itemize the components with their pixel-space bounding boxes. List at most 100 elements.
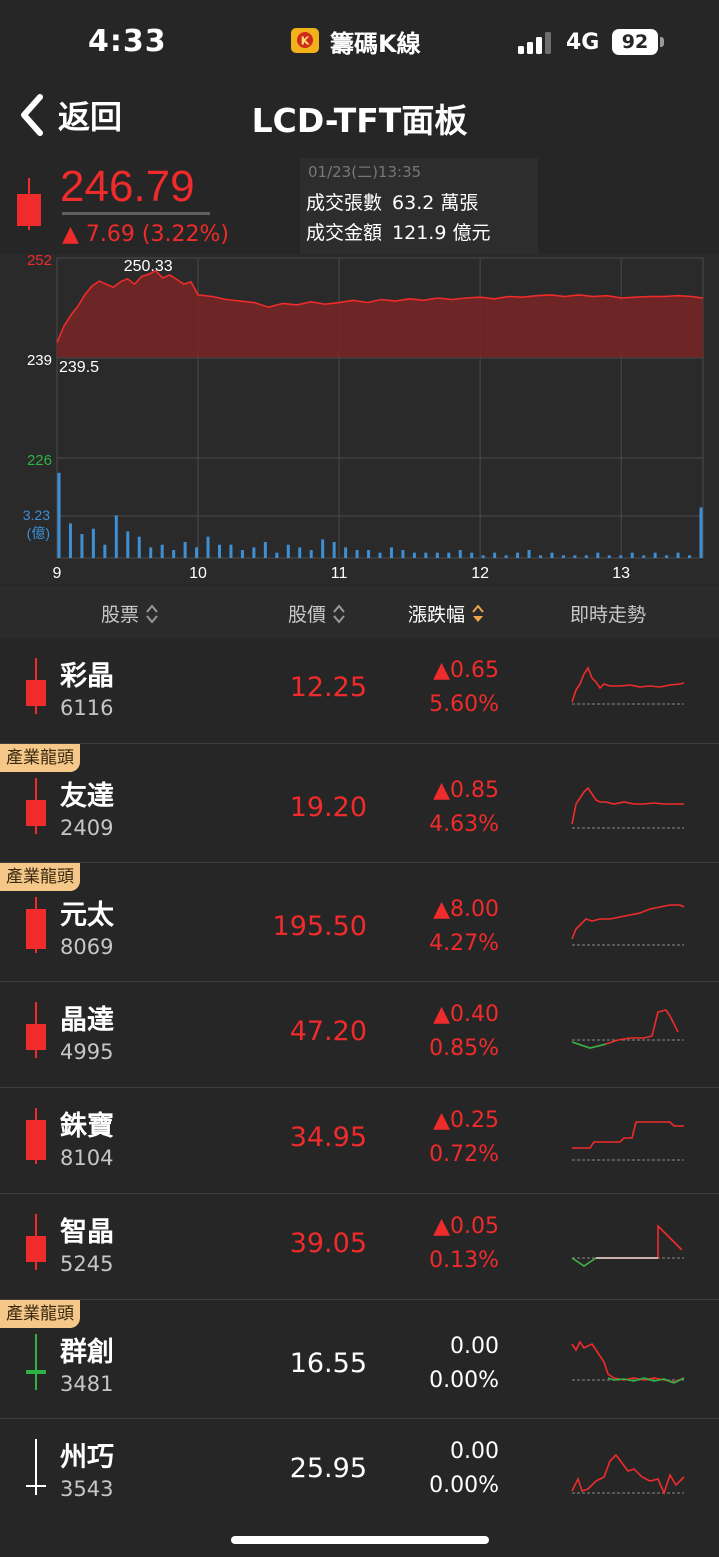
volume-bar <box>172 550 176 558</box>
volume-bar <box>252 547 256 558</box>
volume-bar <box>298 547 302 558</box>
stock-price: 34.95 <box>289 1122 367 1153</box>
volume-bar <box>516 552 520 558</box>
trend-sparkline <box>571 1224 684 1267</box>
x-tick-label: 11 <box>331 565 348 582</box>
sort-by-change[interactable]: 漲跌幅 <box>408 600 485 627</box>
back-button[interactable]: 返回 <box>18 92 122 138</box>
industry-leader-tag: 產業龍頭 <box>0 1300 80 1328</box>
y-tick-label: 252 <box>27 254 52 269</box>
stock-code: 3543 <box>60 1477 114 1500</box>
volume-bar <box>424 552 428 558</box>
sort-by-price[interactable]: 股價 <box>288 600 346 627</box>
stock-row[interactable]: 晶達 4995 47.20 ▲0.40 0.85% <box>0 982 719 1088</box>
battery-icon: 92 <box>612 29 666 55</box>
home-indicator[interactable] <box>231 1536 489 1544</box>
trend-sparkline <box>571 1009 684 1049</box>
stock-change: ▲8.00 4.27% <box>429 893 499 961</box>
volume-bar <box>309 550 313 558</box>
volume-bar <box>80 534 84 558</box>
trend-sparkline <box>571 786 684 829</box>
change-percent: 4.63% <box>429 812 499 837</box>
sort-icon <box>333 603 345 624</box>
stock-list[interactable]: 彩晶 6116 12.25 ▲0.65 5.60% 產業龍頭 友達 2409 19… <box>0 638 719 1500</box>
volume-bar <box>57 472 61 558</box>
change-value: 0.00 <box>450 1334 499 1359</box>
change-percent: 0.00% <box>429 1368 499 1393</box>
candle-icon <box>26 1214 46 1270</box>
stock-row[interactable]: 智晶 5245 39.05 ▲0.05 0.13% <box>0 1194 719 1300</box>
candle-icon <box>26 1002 46 1058</box>
low-annotation: 239.5 <box>59 359 99 376</box>
volume-bar <box>240 550 244 558</box>
battery-level: 92 <box>612 29 658 55</box>
stock-change: ▲0.40 0.85% <box>429 998 499 1066</box>
stock-row[interactable]: 彩晶 6116 12.25 ▲0.65 5.60% <box>0 638 719 744</box>
x-tick-label: 13 <box>612 565 630 582</box>
volume-bar <box>183 542 187 558</box>
amount-value: 121.9 億元 <box>392 222 491 244</box>
stock-code: 2409 <box>60 816 114 840</box>
stock-name: 晶達 <box>60 1005 114 1036</box>
sort-by-stock[interactable]: 股票 <box>101 600 159 627</box>
volume-bar <box>389 547 393 558</box>
volume-unit-label: (億) <box>27 525 50 541</box>
stock-price: 16.55 <box>289 1348 367 1379</box>
stock-name: 智晶 <box>60 1217 114 1248</box>
trade-info: 01/23(二)13:35 成交張數 63.2 萬張 成交金額 121.9 億元 <box>300 158 538 254</box>
volume-label: 成交張數 <box>306 192 383 214</box>
trend-sparkline <box>571 904 685 946</box>
amount-label: 成交金額 <box>306 222 383 244</box>
chevron-left-icon <box>21 94 43 136</box>
volume-bar <box>137 536 141 558</box>
x-tick-label: 9 <box>53 565 62 582</box>
stock-row[interactable]: 產業龍頭 元太 8069 195.50 ▲8.00 4.27% <box>0 863 719 982</box>
volume-bar <box>378 552 382 558</box>
volume-bar <box>504 555 508 558</box>
volume-bar <box>458 550 462 558</box>
change-percent: 5.60% <box>429 692 499 717</box>
price-header-label: 股價 <box>288 604 327 626</box>
trend-sparkline <box>572 1121 684 1161</box>
stock-name: 州巧 <box>60 1442 114 1473</box>
stock-change: ▲0.05 0.13% <box>429 1210 499 1278</box>
candle-icon <box>17 178 41 230</box>
stock-price: 47.20 <box>289 1016 367 1047</box>
intraday-chart[interactable]: 252 239 226 3.23 (億) 250.33 239.5 9 10 11 12 13 <box>0 254 719 584</box>
volume-bar <box>699 507 703 558</box>
back-label: 返回 <box>58 98 123 136</box>
sort-active-icon <box>472 603 484 622</box>
change-value: ▲8.00 <box>433 897 499 922</box>
volume-bar <box>435 552 439 558</box>
candle-icon <box>26 1334 46 1390</box>
intraday-chart-svg: 252 239 226 3.23 (億) 250.33 239.5 9 10 11 12 13 <box>23 254 704 582</box>
stock-change: ▲0.25 0.72% <box>429 1104 499 1172</box>
volume-row: 成交張數 63.2 萬張 <box>306 188 478 215</box>
stock-price: 25.95 <box>289 1453 367 1484</box>
volume-bar <box>367 550 371 558</box>
stock-header-label: 股票 <box>101 604 140 626</box>
volume-bar <box>688 555 692 558</box>
volume-bar <box>91 528 95 558</box>
volume-bar <box>286 544 290 558</box>
change-percent: 0.00% <box>429 1473 499 1498</box>
stock-row[interactable]: 銖寶 8104 34.95 ▲0.25 0.72% <box>0 1088 719 1194</box>
candle-icon <box>26 778 46 834</box>
stock-row[interactable]: 產業龍頭 友達 2409 19.20 ▲0.85 4.63% <box>0 744 719 863</box>
stock-name: 元太 <box>60 900 114 931</box>
volume-bar <box>573 555 577 558</box>
x-tick-label: 12 <box>471 565 489 582</box>
status-time: 4:33 <box>88 24 167 59</box>
volume-bar <box>321 539 325 558</box>
volume-tick-label: 3.23 <box>23 507 50 523</box>
y-tick-label: 226 <box>27 452 52 469</box>
volume-bar <box>527 550 531 558</box>
stock-change: 0.00 0.00% <box>429 1330 499 1398</box>
index-change: ▲ 7.69 (3.22%) <box>62 222 229 247</box>
stock-change: ▲0.65 5.60% <box>429 654 499 722</box>
stock-row[interactable]: 州巧 3543 25.95 0.00 0.00% <box>0 1419 719 1500</box>
volume-bar <box>653 552 657 558</box>
volume-bar <box>665 555 669 558</box>
volume-bar <box>275 552 279 558</box>
stock-row[interactable]: 產業龍頭 群創 3481 16.55 0.00 0.00% <box>0 1300 719 1419</box>
